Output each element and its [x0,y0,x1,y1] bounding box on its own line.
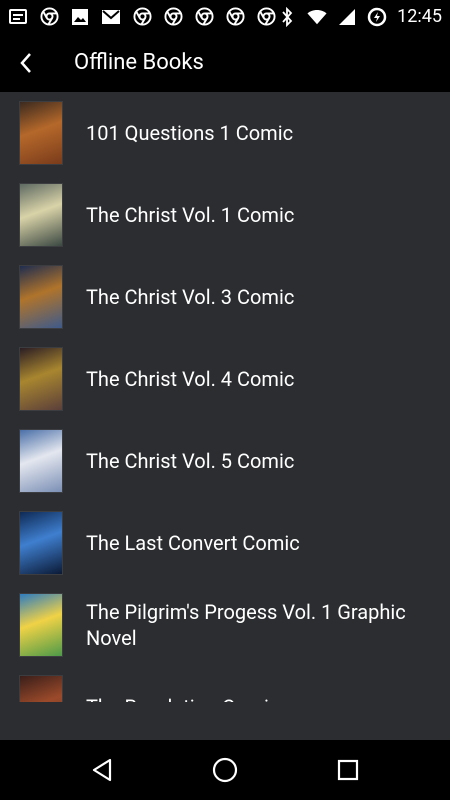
signal-icon [337,7,357,27]
chrome-icon [163,7,183,27]
status-bar-left [8,7,276,27]
chrome-icon [132,7,152,27]
book-cover [20,102,62,164]
status-bar: 12:45 [0,0,450,33]
bluetooth-icon [277,6,297,27]
data-saver-icon [367,7,387,27]
book-cover [20,348,62,410]
status-bar-right: 12:45 [277,6,442,27]
nav-home-button[interactable] [200,745,250,795]
book-cover [20,184,62,246]
list-item[interactable]: The Christ Vol. 1 Comic [0,174,450,256]
back-button[interactable] [2,33,50,92]
circle-home-icon [212,757,238,783]
list-item[interactable]: The Christ Vol. 4 Comic [0,338,450,420]
list-item[interactable]: The Revelation Comic [0,666,450,702]
book-title: The Revelation Comic [86,694,319,702]
gmail-icon [101,7,121,27]
list-item[interactable]: The Pilgrim's Progess Vol. 1 Graphic Nov… [0,584,450,666]
book-cover [20,676,62,702]
chrome-icon [194,7,214,27]
nav-recents-button[interactable] [323,745,373,795]
navigation-bar [0,740,450,800]
triangle-back-icon [92,758,111,782]
book-title: The Christ Vol. 3 Comic [86,285,295,309]
list-item[interactable]: 101 Questions 1 Comic [0,92,450,174]
notification-icon [8,7,28,27]
nav-back-button[interactable] [77,745,127,795]
status-time: 12:45 [397,6,442,27]
book-cover [20,266,62,328]
book-title: The Last Convert Comic [86,531,300,555]
book-cover [20,594,62,656]
square-recents-icon [338,759,359,781]
books-list[interactable]: 101 Questions 1 Comic The Christ Vol. 1 … [0,92,450,702]
chrome-icon [256,7,276,27]
list-item[interactable]: The Christ Vol. 5 Comic [0,420,450,502]
book-title: 101 Questions 1 Comic [86,121,294,145]
chrome-icon [225,7,245,27]
book-title: The Pilgrim's Progess Vol. 1 Graphic Nov… [86,600,406,650]
book-cover [20,512,62,574]
list-item[interactable]: The Last Convert Comic [0,502,450,584]
book-title: The Christ Vol. 1 Comic [86,203,295,227]
book-cover [20,430,62,492]
list-item[interactable]: The Christ Vol. 3 Comic [0,256,450,338]
image-icon [70,7,90,27]
app-bar: Offline Books [0,33,450,92]
chrome-icon [39,7,59,27]
book-title: The Christ Vol. 4 Comic [86,367,295,391]
back-arrow-icon [20,52,31,73]
book-title: The Christ Vol. 5 Comic [86,449,295,473]
wifi-icon [307,7,327,27]
page-title: Offline Books [74,50,204,75]
